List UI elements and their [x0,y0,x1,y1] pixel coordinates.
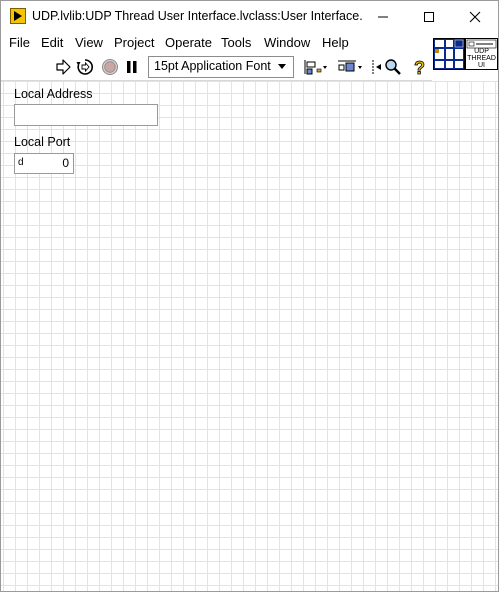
window-title: UDP.lvlib:UDP Thread User Interface.lvcl… [32,9,362,23]
menu-view[interactable]: View [75,35,103,50]
context-help-icon[interactable]: ? [410,57,430,79]
vi-icon-line-2: THREAD [467,55,496,62]
vi-icon-line-3: UI [478,62,485,69]
title-bar[interactable]: UDP.lvlib:UDP Thread User Interface.lvcl… [1,1,498,32]
local-port-label: Local Port [14,135,71,149]
run-arrow-icon[interactable] [53,57,73,77]
front-panel-canvas[interactable]: Local Address Local Port d 0 [1,81,498,591]
toolbar: 15pt Application Font ? [1,53,432,81]
menu-file[interactable]: File [9,35,30,50]
minimize-icon [378,16,388,18]
labview-run-arrow-icon [10,8,26,24]
menu-project[interactable]: Project [114,35,154,50]
pause-icon[interactable] [122,57,142,77]
chevron-down-icon [278,64,286,69]
abort-icon[interactable] [100,57,120,77]
minimize-button[interactable] [360,1,406,32]
search-icon[interactable] [383,57,403,77]
labview-front-panel-window: UDP.lvlib:UDP Thread User Interface.lvcl… [0,0,499,592]
close-button[interactable] [452,1,498,32]
local-port-value: 0 [62,156,69,170]
maximize-icon [424,12,434,22]
font-select-value: 15pt Application Font [154,59,271,73]
vi-icon-line-1: UDP [474,48,489,55]
local-port-numeric[interactable]: d 0 [14,153,74,174]
font-select[interactable]: 15pt Application Font [148,56,294,78]
local-address-label: Local Address [14,87,93,101]
svg-text:?: ? [414,58,425,77]
distribute-objects-icon[interactable] [336,57,364,77]
align-objects-icon[interactable] [301,57,329,77]
run-continuously-icon[interactable] [75,57,95,77]
vi-icon[interactable]: UDP THREAD UI [465,38,498,70]
maximize-button[interactable] [406,1,452,32]
menu-bar: File Edit View Project Operate Tools Win… [1,32,498,53]
close-icon [469,11,481,23]
menu-operate[interactable]: Operate [165,35,212,50]
connector-pane[interactable] [433,38,465,70]
menu-window[interactable]: Window [264,35,310,50]
menu-tools[interactable]: Tools [221,35,251,50]
menu-help[interactable]: Help [322,35,349,50]
radix-indicator[interactable]: d [18,157,24,168]
local-address-input[interactable] [14,104,158,126]
menu-edit[interactable]: Edit [41,35,63,50]
resize-objects-icon[interactable] [370,57,384,77]
